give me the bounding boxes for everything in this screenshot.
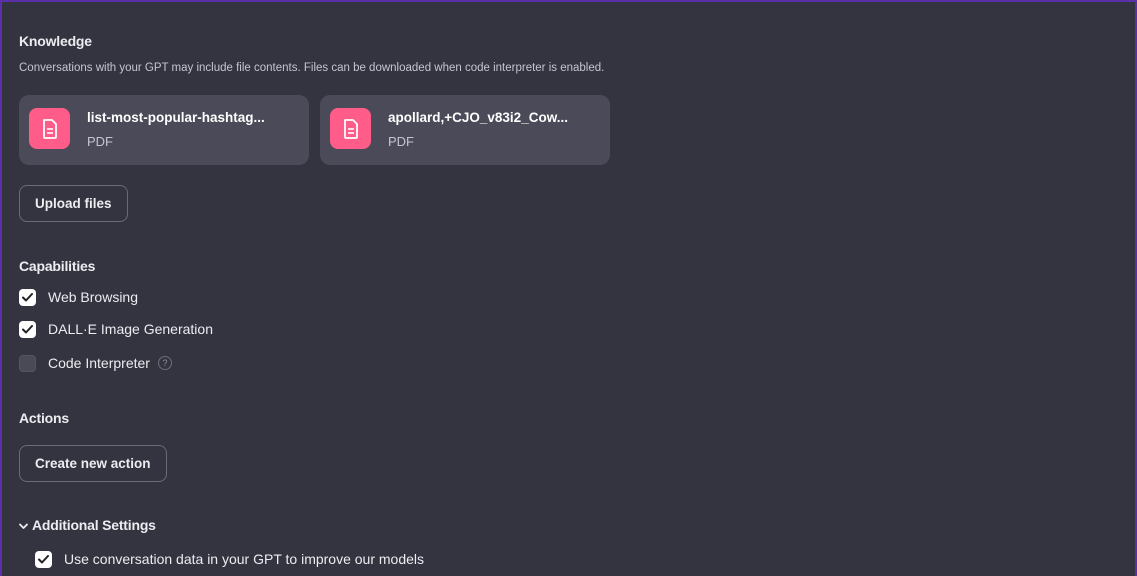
additional-settings-toggle[interactable]: Additional Settings <box>19 517 156 533</box>
document-icon <box>330 108 371 149</box>
actions-title: Actions <box>19 410 69 426</box>
file-card[interactable]: apollard,+CJO_v83i2_Cow... PDF <box>320 95 610 165</box>
file-name: list-most-popular-hashtag... <box>87 110 265 125</box>
help-icon[interactable]: ? <box>157 356 172 370</box>
checkbox-checked[interactable] <box>19 320 36 338</box>
capability-web-browsing[interactable]: Web Browsing <box>19 287 138 307</box>
checkbox-checked[interactable] <box>19 288 36 306</box>
knowledge-title: Knowledge <box>19 33 92 49</box>
capability-dalle[interactable]: DALL·E Image Generation <box>19 319 213 339</box>
document-icon <box>29 108 70 149</box>
knowledge-description: Conversations with your GPT may include … <box>19 62 605 74</box>
upload-files-button[interactable]: Upload files <box>19 185 128 222</box>
setting-improve-models[interactable]: Use conversation data in your GPT to imp… <box>35 549 424 569</box>
additional-settings-title: Additional Settings <box>32 517 156 533</box>
create-new-action-button[interactable]: Create new action <box>19 445 167 482</box>
file-type: PDF <box>388 134 414 149</box>
checkbox-unchecked[interactable] <box>19 354 36 372</box>
checkbox-checked[interactable] <box>35 550 52 568</box>
file-type: PDF <box>87 134 113 149</box>
capability-code-interpreter[interactable]: Code Interpreter ? <box>19 353 172 373</box>
capability-label: Web Browsing <box>48 289 139 305</box>
chevron-down-icon <box>19 517 28 533</box>
file-name: apollard,+CJO_v83i2_Cow... <box>388 110 568 125</box>
capability-label: Code Interpreter <box>48 355 150 371</box>
setting-label: Use conversation data in your GPT to imp… <box>64 551 425 567</box>
file-card[interactable]: list-most-popular-hashtag... PDF <box>19 95 309 165</box>
capabilities-title: Capabilities <box>19 258 96 274</box>
capability-label: DALL·E Image Generation <box>48 321 213 337</box>
gpt-config-panel: Knowledge Conversations with your GPT ma… <box>2 2 1135 576</box>
